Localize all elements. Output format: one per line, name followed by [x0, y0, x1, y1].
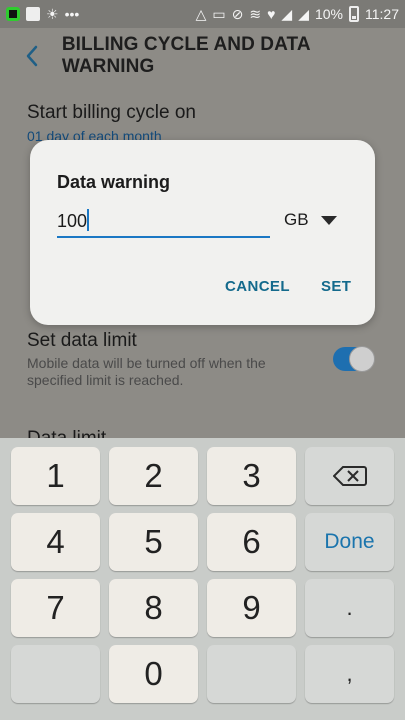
blank-key-left	[11, 645, 100, 703]
key-1[interactable]: 1	[11, 447, 100, 505]
signal-icon: ◢	[281, 5, 293, 22]
key-3[interactable]: 3	[207, 447, 296, 505]
key-8[interactable]: 8	[109, 579, 198, 637]
numeric-keyboard: 1 2 3 4 5 6 Done 7 8 9 . 0 ,	[0, 438, 405, 720]
backspace-key[interactable]	[305, 447, 394, 505]
set-button[interactable]: SET	[321, 278, 351, 295]
data-warning-dialog: Data warning GB CANCEL SET	[30, 140, 375, 325]
done-key[interactable]: Done	[305, 513, 394, 571]
key-0[interactable]: 0	[109, 645, 198, 703]
key-7[interactable]: 7	[11, 579, 100, 637]
wifi-icon: ≋	[249, 5, 262, 22]
app-header: BILLING CYCLE AND DATA WARNING	[0, 28, 405, 84]
page-title: BILLING CYCLE AND DATA WARNING	[61, 34, 310, 77]
text-caret	[87, 209, 89, 231]
battery-percent: 10%	[314, 6, 343, 22]
toggle-knob	[349, 346, 375, 372]
back-arrow-icon[interactable]	[22, 42, 42, 70]
status-bar: ☀ ••• △ ▭ ⊘ ≋ ♥ ◢ ◢ 10% 11:27	[0, 0, 405, 28]
key-4[interactable]: 4	[11, 513, 100, 571]
blank-key-right	[207, 645, 296, 703]
data-limit-toggle[interactable]	[333, 346, 375, 372]
key-5[interactable]: 5	[109, 513, 198, 571]
dropdown-arrow-icon	[320, 215, 337, 225]
status-right-icons: △ ▭ ⊘ ≋ ♥ ◢ ◢ 10% 11:27	[196, 6, 399, 23]
flipboard-icon	[26, 7, 40, 21]
status-left-icons: ☀ •••	[6, 6, 79, 23]
data-limit-next-title[interactable]: Data limit	[27, 428, 106, 438]
key-6[interactable]: 6	[207, 513, 296, 571]
weather-icon: ☀	[46, 5, 59, 22]
key-2[interactable]: 2	[109, 447, 198, 505]
unit-label: GB	[284, 210, 309, 229]
comma-key[interactable]: ,	[305, 645, 394, 703]
key-9[interactable]: 9	[207, 579, 296, 637]
signal-icon: ◢	[298, 5, 309, 22]
battery-icon	[349, 6, 359, 22]
unit-select[interactable]: GB	[284, 210, 337, 230]
backspace-icon	[332, 466, 367, 486]
data-limit-description: Mobile data will be turned off when the …	[27, 355, 266, 388]
cancel-button[interactable]: CANCEL	[225, 278, 290, 295]
dialog-title: Data warning	[57, 172, 171, 192]
billing-cycle-title[interactable]: Start billing cycle on	[27, 102, 196, 124]
more-dots-icon: •••	[64, 6, 80, 22]
mute-icon: ⊘	[231, 5, 244, 22]
app-icon	[6, 7, 20, 21]
heart-icon: ♥	[267, 6, 276, 22]
data-limit-title[interactable]: Set data limit	[27, 330, 137, 352]
cast-icon: ▭	[212, 5, 226, 22]
clock: 11:27	[365, 6, 399, 22]
recycle-icon: △	[195, 5, 207, 22]
period-key[interactable]: .	[305, 579, 394, 637]
